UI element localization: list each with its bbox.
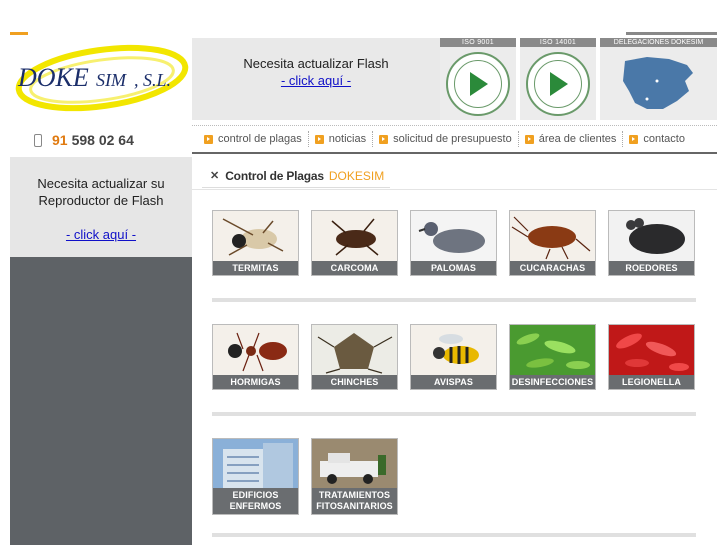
nav-bullet-icon bbox=[314, 134, 324, 144]
phone-number: 91 598 02 64 bbox=[52, 132, 134, 148]
tile-chinches[interactable]: CHINCHES bbox=[311, 324, 398, 390]
svg-text:SIM: SIM bbox=[96, 70, 127, 90]
main-nav: control de plagas noticias solicitud de … bbox=[192, 126, 717, 154]
woodworm-icon bbox=[312, 211, 397, 261]
cert-iso-9001[interactable]: ISO 9001 bbox=[440, 38, 516, 120]
delegaciones-label: DELEGACIONES DOKESIM bbox=[600, 38, 717, 47]
nav-bullet-icon bbox=[524, 134, 534, 144]
nav-label: noticias bbox=[328, 133, 367, 145]
rat-icon bbox=[609, 211, 694, 261]
iso-14001-badge-icon bbox=[526, 52, 590, 116]
row-divider bbox=[212, 412, 696, 416]
tile-termitas[interactable]: TERMITAS bbox=[212, 210, 299, 276]
tile-label: ROEDORES bbox=[609, 261, 694, 275]
sidebar: Necesita actualizar su Reproductor de Fl… bbox=[10, 157, 192, 545]
phone-prefix: 91 bbox=[52, 132, 68, 148]
tile-avispas[interactable]: AVISPAS bbox=[410, 324, 497, 390]
page-title: ✕ Control de Plagas DOKESIM bbox=[202, 164, 390, 188]
section-header: ✕ Control de Plagas DOKESIM bbox=[192, 160, 717, 188]
nav-item-noticias[interactable]: noticias bbox=[309, 131, 374, 147]
nav-label: solicitud de presupuesto bbox=[393, 133, 512, 145]
tile-label: DESINFECCIONES bbox=[510, 375, 595, 389]
wasp-icon bbox=[411, 325, 496, 375]
tile-carcoma[interactable]: CARCOMA bbox=[311, 210, 398, 276]
phone-digits: 598 02 64 bbox=[71, 132, 134, 148]
tile-legionella[interactable]: LEGIONELLA bbox=[608, 324, 695, 390]
flash-notice-sidebar: Necesita actualizar su Reproductor de Fl… bbox=[10, 157, 192, 257]
ant-icon bbox=[213, 325, 298, 375]
sidebar-flash-message: Necesita actualizar su Reproductor de Fl… bbox=[37, 176, 165, 208]
pickup-truck-icon bbox=[312, 439, 397, 489]
nav-item-area-clientes[interactable]: área de clientes bbox=[519, 131, 624, 147]
nav-bullet-icon bbox=[204, 134, 213, 144]
tile-label: PALOMAS bbox=[411, 261, 496, 275]
tile-label: CHINCHES bbox=[312, 375, 397, 389]
sidebar-flash-link[interactable]: - click aquí - bbox=[10, 226, 192, 243]
flash-message: Necesita actualizar Flash bbox=[243, 56, 389, 71]
stinkbug-icon bbox=[312, 325, 397, 375]
nav-item-control-de-plagas[interactable]: control de plagas bbox=[198, 131, 309, 147]
delegaciones-map[interactable]: DELEGACIONES DOKESIM bbox=[600, 38, 717, 120]
pigeon-icon bbox=[411, 211, 496, 261]
tile-desinfecciones[interactable]: DESINFECCIONES bbox=[509, 324, 596, 390]
logo-accent-bar bbox=[10, 32, 28, 35]
tile-hormigas[interactable]: HORMIGAS bbox=[212, 324, 299, 390]
nav-bullet-icon bbox=[379, 134, 389, 144]
flash-update-link[interactable]: - click aquí - bbox=[192, 73, 440, 88]
nav-item-contacto[interactable]: contacto bbox=[623, 131, 691, 147]
service-row: TERMITAS CARCOMA PALOMAS CUCARACHAS ROED… bbox=[212, 210, 696, 276]
nav-label: contacto bbox=[643, 133, 685, 145]
tile-palomas[interactable]: PALOMAS bbox=[410, 210, 497, 276]
flash-notice-top: Necesita actualizar Flash - click aquí - bbox=[192, 38, 440, 120]
nav-bullet-icon bbox=[629, 134, 639, 144]
tile-label: CARCOMA bbox=[312, 261, 397, 275]
title-accent: DOKESIM bbox=[328, 168, 385, 183]
logo[interactable]: DOKE SIM , S.L. bbox=[10, 38, 192, 118]
tile-label: CUCARACHAS bbox=[510, 261, 595, 275]
svg-text:, S.L.: , S.L. bbox=[134, 70, 171, 90]
service-row: EDIFICIOS ENFERMOS TRATAMIENTOS FITOSANI… bbox=[212, 438, 696, 515]
cross-icon: ✕ bbox=[210, 170, 220, 182]
tile-label: LEGIONELLA bbox=[609, 375, 694, 389]
page: DOKE SIM , S.L. Necesita actualizar Flas… bbox=[0, 0, 727, 545]
tile-label: TRATAMIENTOS FITOSANITARIOS bbox=[312, 488, 397, 514]
cockroach-icon bbox=[510, 211, 595, 261]
tile-label: AVISPAS bbox=[411, 375, 496, 389]
cert-iso-14001[interactable]: ISO 14001 bbox=[520, 38, 596, 120]
tile-label: EDIFICIOS ENFERMOS bbox=[213, 488, 298, 514]
tile-label: HORMIGAS bbox=[213, 375, 298, 389]
dokesim-logo-icon: DOKE SIM , S.L. bbox=[15, 44, 189, 112]
cert-label: ISO 14001 bbox=[520, 38, 596, 47]
tile-tratamientos-fitosanitarios[interactable]: TRATAMIENTOS FITOSANITARIOS bbox=[311, 438, 398, 515]
cert-label: ISO 9001 bbox=[440, 38, 516, 47]
row-divider bbox=[212, 533, 696, 537]
service-row: HORMIGAS CHINCHES AVISPAS DESINFECCIONES bbox=[212, 324, 696, 390]
title-divider bbox=[192, 189, 717, 190]
svg-text:DOKE: DOKE bbox=[17, 63, 89, 92]
nav-label: control de plagas bbox=[218, 133, 302, 145]
tile-roedores[interactable]: ROEDORES bbox=[608, 210, 695, 276]
spain-map-icon bbox=[622, 57, 693, 109]
tile-cucarachas[interactable]: CUCARACHAS bbox=[509, 210, 596, 276]
row-divider bbox=[212, 298, 696, 302]
bacteria-red-icon bbox=[609, 325, 694, 375]
deleg-accent-bar bbox=[626, 32, 717, 35]
bacteria-green-icon bbox=[510, 325, 595, 375]
building-icon bbox=[213, 439, 298, 489]
termite-icon bbox=[213, 211, 298, 261]
tile-label: TERMITAS bbox=[213, 261, 298, 275]
service-grid: TERMITAS CARCOMA PALOMAS CUCARACHAS ROED… bbox=[212, 210, 696, 545]
tile-edificios-enfermos[interactable]: EDIFICIOS ENFERMOS bbox=[212, 438, 299, 515]
nav-label: área de clientes bbox=[538, 133, 617, 145]
nav-item-presupuesto[interactable]: solicitud de presupuesto bbox=[373, 131, 519, 147]
iso-9001-badge-icon bbox=[446, 52, 510, 116]
phone-icon bbox=[34, 133, 42, 147]
title-text: Control de Plagas bbox=[225, 168, 324, 183]
phone[interactable]: 91 598 02 64 bbox=[10, 126, 192, 154]
